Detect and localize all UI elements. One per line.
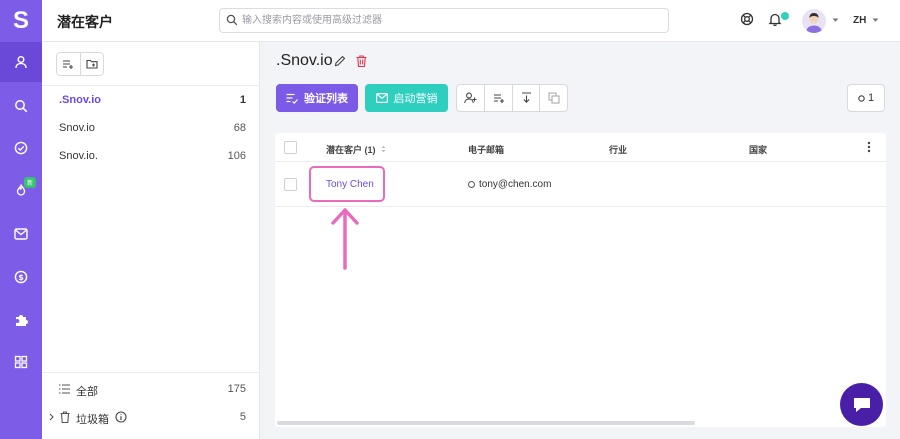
new-badge: 新 xyxy=(24,177,37,188)
all-count: 175 xyxy=(227,383,246,395)
apps-grid-icon xyxy=(14,355,28,369)
all-prospects-item[interactable]: 全部 175 xyxy=(42,375,260,403)
column-header-prospect[interactable]: 潜在客户 (1) xyxy=(326,143,386,156)
page-title: 潜在客户 xyxy=(57,14,113,30)
nav-prospects[interactable] xyxy=(0,42,42,82)
nav-integrations[interactable] xyxy=(0,300,42,340)
create-list-button[interactable] xyxy=(57,53,80,75)
search-icon xyxy=(15,100,28,113)
add-prospect-button[interactable] xyxy=(457,85,484,111)
chat-icon xyxy=(853,397,870,412)
list-add-icon xyxy=(493,94,504,103)
lists-sidebar: .Snov.io 1 Snov.io 68 Snov.io. 106 全部 17… xyxy=(42,42,260,439)
top-bar: 潜在客户 ZH xyxy=(42,0,900,42)
nav-deals[interactable]: $ xyxy=(0,257,42,297)
divider xyxy=(42,372,260,373)
app-rail: S 新 $ xyxy=(0,0,42,439)
list-item-snovio-period[interactable]: Snov.io. 106 xyxy=(42,142,260,170)
trash-icon xyxy=(60,411,70,423)
list-name: Snov.io xyxy=(59,122,95,134)
check-circle-icon xyxy=(14,141,28,155)
mail-icon xyxy=(375,93,388,103)
list-toolbar xyxy=(456,84,568,112)
sidebar-tools xyxy=(56,52,104,76)
list-count: 1 xyxy=(239,94,246,106)
column-header-email[interactable]: 电子邮箱 xyxy=(468,143,504,156)
nav-verify[interactable] xyxy=(0,128,42,168)
search-input[interactable] xyxy=(242,12,662,29)
pencil-icon[interactable] xyxy=(334,55,346,67)
create-folder-button[interactable] xyxy=(79,53,103,75)
trash-count: 5 xyxy=(239,411,246,423)
copy-button[interactable] xyxy=(539,85,567,111)
nav-search[interactable] xyxy=(0,86,42,126)
dollar-icon: $ xyxy=(14,270,28,284)
add-to-list-button[interactable] xyxy=(484,85,512,111)
column-header-industry[interactable]: 行业 xyxy=(609,143,627,156)
language-selector[interactable]: ZH xyxy=(853,15,879,26)
avatar[interactable] xyxy=(802,9,826,33)
export-button[interactable] xyxy=(511,85,540,111)
user-add-icon xyxy=(464,92,477,104)
puzzle-icon xyxy=(16,315,28,326)
table-header: 潜在客户 (1) 电子邮箱 行业 国家 xyxy=(275,133,886,162)
list-name: Snov.io. xyxy=(59,150,98,162)
all-label: 全部 xyxy=(76,386,98,398)
list-item-snovio[interactable]: Snov.io 68 xyxy=(42,114,260,142)
email-text: tony@chen.com xyxy=(479,179,552,190)
chevron-down-icon xyxy=(872,18,879,22)
list-title: .Snov.io xyxy=(276,52,333,69)
row-checkbox[interactable] xyxy=(284,178,297,191)
more-vertical-icon[interactable] xyxy=(867,141,871,153)
chevron-right-icon[interactable] xyxy=(49,413,54,421)
user-icon xyxy=(15,56,27,69)
chat-widget-button[interactable] xyxy=(840,383,883,426)
download-icon xyxy=(521,92,531,103)
info-icon[interactable] xyxy=(115,411,127,423)
verify-list-button[interactable]: 验证列表 xyxy=(276,84,358,112)
email-status-icon xyxy=(468,181,475,188)
list-count: 106 xyxy=(227,150,246,162)
nav-apps[interactable] xyxy=(0,342,42,382)
trash-label: 垃圾箱 xyxy=(76,414,109,426)
bell-icon[interactable] xyxy=(768,12,782,26)
list-add-icon xyxy=(63,60,74,69)
horizontal-scrollbar[interactable] xyxy=(277,421,695,425)
sort-icon xyxy=(381,145,386,153)
campaign-label: 启动营销 xyxy=(393,93,438,105)
list-name: .Snov.io xyxy=(59,94,101,106)
list-count: 68 xyxy=(233,122,246,134)
highlight-box xyxy=(309,166,385,202)
column-label: 潜在客户 (1) xyxy=(326,145,376,155)
mail-icon xyxy=(14,228,28,240)
svg-text:$: $ xyxy=(18,273,24,282)
arrow-up-annotation xyxy=(331,208,359,270)
nav-warmup[interactable]: 新 xyxy=(0,170,42,210)
trash-item[interactable]: 垃圾箱 5 xyxy=(42,403,260,431)
language-label: ZH xyxy=(853,15,867,26)
verify-label: 验证列表 xyxy=(304,93,348,105)
search-icon xyxy=(226,14,238,26)
circle-icon xyxy=(858,94,865,102)
selected-count: 1 xyxy=(867,92,875,104)
help-lifebuoy-icon[interactable] xyxy=(740,12,754,26)
notification-dot xyxy=(781,12,789,20)
list-check-icon xyxy=(286,93,298,104)
column-header-country[interactable]: 国家 xyxy=(749,143,767,156)
delete-list-icon[interactable] xyxy=(356,55,367,67)
snov-logo[interactable]: S xyxy=(0,0,42,42)
select-all-checkbox[interactable] xyxy=(284,141,297,154)
folder-add-icon xyxy=(86,59,98,69)
selected-count-button[interactable]: 1 xyxy=(847,84,885,112)
user-avatar-icon xyxy=(806,13,822,33)
search-box[interactable] xyxy=(219,8,669,33)
nav-campaigns[interactable] xyxy=(0,214,42,254)
launch-campaign-button[interactable]: 启动营销 xyxy=(365,84,448,112)
prospect-email: tony@chen.com xyxy=(468,179,551,190)
chevron-down-icon[interactable] xyxy=(832,18,839,23)
copy-icon xyxy=(548,92,560,104)
list-item-snovio-dot[interactable]: .Snov.io 1 xyxy=(42,86,260,114)
list-icon xyxy=(59,384,70,394)
